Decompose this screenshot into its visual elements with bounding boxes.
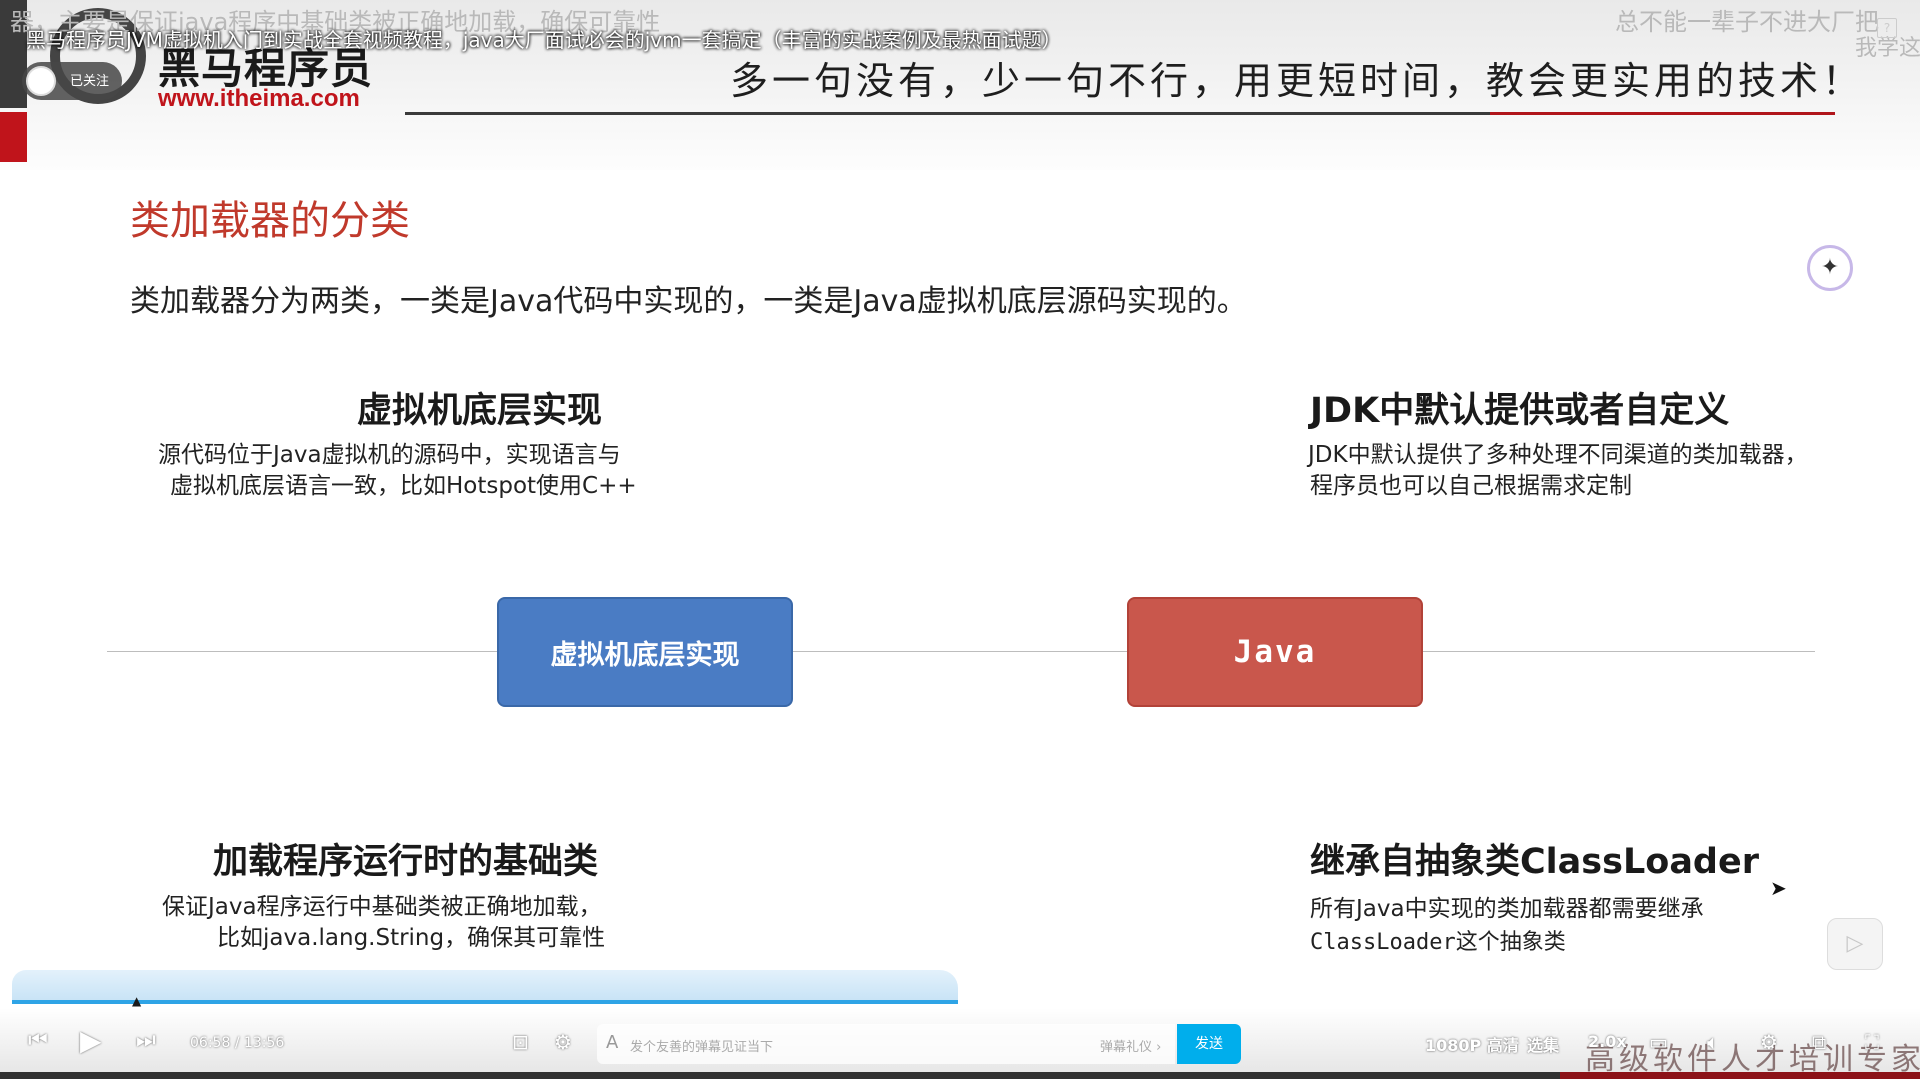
prev-icon[interactable]: ⏮	[28, 1028, 48, 1053]
follow-label[interactable]: 已关注	[70, 70, 109, 89]
top-right-line2: 程序员也可以自己根据需求定制	[1310, 473, 1632, 499]
danmaku-toggle-icon[interactable]: ⊡	[512, 1030, 529, 1054]
top-left-line2: 虚拟机底层语言一致，比如Hotspot使用C++	[170, 473, 637, 499]
danmaku-placeholder[interactable]: 发个友善的弹幕见证当下	[630, 1036, 773, 1055]
intro-text: 类加载器分为两类，一类是Java代码中实现的，一类是Java虚拟机底层源码实现的…	[130, 284, 1247, 319]
bottom-left-title: 加载程序运行时的基础类	[213, 842, 599, 882]
avatar[interactable]	[26, 66, 56, 96]
box-native-loader: 虚拟机底层实现	[497, 597, 793, 707]
episodes-button[interactable]: 选集	[1527, 1032, 1559, 1056]
speed-selector[interactable]: 2.0x	[1588, 1032, 1627, 1051]
mini-player-icon[interactable]: ▷	[1827, 918, 1883, 970]
quality-selector[interactable]: 1080P 高清	[1425, 1032, 1519, 1056]
progress-handle[interactable]: ▲	[132, 994, 144, 1008]
progress-waveform	[12, 970, 958, 1002]
bottom-right-title: 继承自抽象类ClassLoader	[1310, 842, 1759, 882]
section-title: 类加载器的分类	[130, 198, 410, 244]
send-button[interactable]: 发送	[1177, 1024, 1241, 1064]
current-time: 06:58	[190, 1035, 231, 1051]
fullscreen-icon[interactable]: ⛶	[1865, 1030, 1879, 1054]
header-divider-accent	[1490, 112, 1835, 115]
danmaku-etiquette-link[interactable]: 弹幕礼仪 ›	[1100, 1036, 1161, 1055]
assistant-icon[interactable]: ✦	[1807, 245, 1853, 291]
gear-icon[interactable]: ⚙	[1760, 1030, 1778, 1054]
box-java-loader: Java	[1127, 597, 1423, 707]
connector-line	[107, 651, 1815, 652]
bottom-left-line2: 比如java.lang.String，确保其可靠性	[217, 925, 606, 951]
pip-icon[interactable]: ⧉	[1812, 1030, 1826, 1054]
font-style-icon[interactable]: A	[606, 1032, 618, 1053]
time-separator: /	[234, 1035, 240, 1051]
danmaku-comment-right: 总不能一辈子不进大厂把	[1615, 8, 1879, 36]
top-right-title: JDK中默认提供或者自定义	[1310, 391, 1730, 431]
top-right-line1: JDK中默认提供了多种处理不同渠道的类加载器，	[1308, 442, 1808, 468]
footer-bar	[0, 1072, 1560, 1079]
help-icon[interactable]: ?	[1877, 18, 1897, 38]
play-icon[interactable]: ▶	[80, 1024, 102, 1057]
top-left-title: 虚拟机底层实现	[357, 391, 603, 431]
header-slogan: 多一句没有，少一句不行，用更短时间，教会更实用的技术！	[730, 59, 1865, 103]
bottom-right-line1: 所有Java中实现的类加载器都需要继承	[1310, 896, 1704, 922]
progress-bar[interactable]	[12, 1000, 958, 1004]
top-left-line1: 源代码位于Java虚拟机的源码中，实现语言与	[158, 442, 621, 468]
bottom-left-line1: 保证Java程序运行中基础类被正确地加载，	[162, 894, 602, 920]
mouse-cursor-icon: ➤	[1770, 876, 1787, 900]
left-red-tab	[0, 112, 27, 162]
video-title[interactable]: 黑马程序员JVM虚拟机入门到实战全套视频教程，java大厂面试必会的jvm一套搞…	[26, 24, 1062, 53]
duration: 13:56	[243, 1035, 285, 1051]
danmaku-settings-icon[interactable]: ⚙	[554, 1030, 572, 1054]
subtitle-icon[interactable]: ▭	[1649, 1030, 1668, 1054]
volume-icon[interactable]: 🔈︎	[1707, 1030, 1719, 1054]
brand-url: www.itheima.com	[158, 85, 360, 112]
bottom-right-line2: ClassLoader这个抽象类	[1310, 930, 1566, 955]
next-icon[interactable]: ⏭	[136, 1028, 156, 1053]
time-display: 06:58 / 13:56	[190, 1035, 284, 1051]
